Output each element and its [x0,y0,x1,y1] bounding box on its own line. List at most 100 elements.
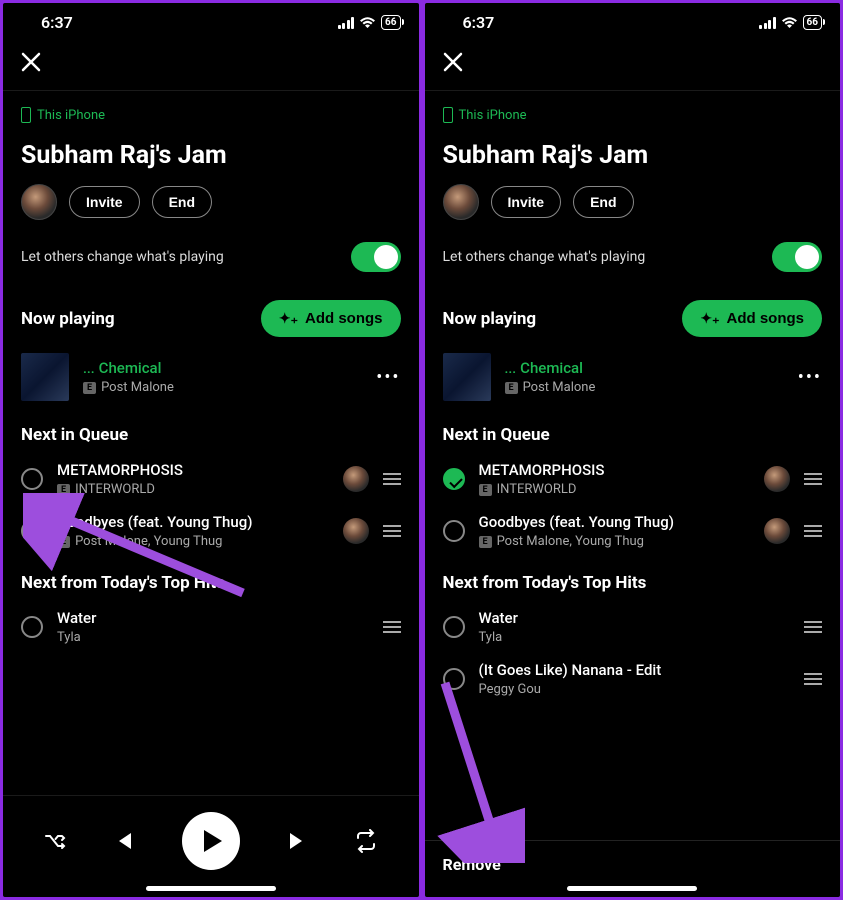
device-label: This iPhone [459,108,527,123]
select-radio-checked[interactable] [443,468,465,490]
now-playing-track[interactable]: ...Chemical E Post Malone ••• [21,353,401,401]
remove-button[interactable]: Remove [425,840,841,878]
queue-artist: E Post Malone, Young Thug [479,534,751,549]
queue-track-info: (It Goes Like) Nanana - Edit Peggy Gou [479,661,791,697]
added-by-avatar [343,518,369,544]
queue-artist: E INTERWORLD [479,482,751,497]
track-info: ...Chemical E Post Malone [83,359,362,395]
permission-row: Let others change what's playing [21,242,401,272]
add-songs-button[interactable]: ✦₊ Add songs [261,300,401,337]
next-icon[interactable] [284,828,310,854]
queue-item[interactable]: Goodbyes (feat. Young Thug) E Post Malon… [443,513,823,549]
device-row[interactable]: This iPhone [21,107,401,123]
section-title-nextfrom: Next from Today's Top Hits [443,573,823,593]
avatar[interactable] [21,184,57,220]
playing-dots: ... [505,361,517,377]
playing-dots: ... [83,361,95,377]
status-bar: 6:37 66 [3,3,419,38]
queue-track-info: METAMORPHOSIS E INTERWORLD [479,461,751,497]
queue-track-info: Goodbyes (feat. Young Thug) E Post Malon… [57,513,329,549]
drag-handle-icon[interactable] [383,621,401,633]
previous-icon[interactable] [111,828,137,854]
end-button[interactable]: End [573,186,633,218]
now-playing-header: Now playing ✦₊ Add songs [443,300,823,337]
phone-icon [443,107,453,123]
signal-icon [338,17,355,29]
queue-artist: Tyla [479,630,791,645]
drag-handle-icon[interactable] [383,473,401,485]
drag-handle-icon[interactable] [804,621,822,633]
play-button[interactable] [182,812,240,870]
section-title-now: Now playing [21,309,115,329]
status-indicators: 66 [759,15,822,30]
play-icon [204,830,222,852]
queue-item[interactable]: (It Goes Like) Nanana - Edit Peggy Gou [443,661,823,697]
drag-handle-icon[interactable] [804,473,822,485]
queue-title: METAMORPHOSIS [57,461,329,479]
queue-track-info: Goodbyes (feat. Young Thug) E Post Malon… [479,513,751,549]
close-icon[interactable] [443,52,463,78]
album-art [21,353,69,401]
close-icon[interactable] [21,52,41,78]
home-indicator[interactable] [146,886,276,891]
status-time: 6:37 [41,13,73,32]
content: This iPhone Subham Raj's Jam Invite End … [425,91,841,840]
queue-title: Goodbyes (feat. Young Thug) [479,513,751,531]
now-playing-track[interactable]: ...Chemical E Post Malone ••• [443,353,823,401]
section-title-queue: Next in Queue [21,425,401,445]
repeat-icon[interactable] [354,829,378,853]
drag-handle-icon[interactable] [383,525,401,537]
home-indicator[interactable] [567,886,697,891]
queue-artist: E Post Malone, Young Thug [57,534,329,549]
wifi-icon [781,17,798,29]
device-row[interactable]: This iPhone [443,107,823,123]
drag-handle-icon[interactable] [804,525,822,537]
select-radio[interactable] [443,616,465,638]
sparkle-icon: ✦₊ [279,310,298,327]
permission-toggle[interactable] [351,242,401,272]
queue-item[interactable]: Water Tyla [21,609,401,645]
now-playing-header: Now playing ✦₊ Add songs [21,300,401,337]
more-icon[interactable]: ••• [376,367,400,388]
select-radio[interactable] [21,520,43,542]
invite-button[interactable]: Invite [491,186,562,218]
screen-right: 6:37 66 This iPhone Subham Raj's Jam Inv… [425,3,841,897]
track-title: ...Chemical [505,359,784,377]
queue-section: Next in Queue METAMORPHOSIS E INTERWORLD… [21,425,401,549]
queue-item[interactable]: METAMORPHOSIS E INTERWORLD [443,461,823,497]
queue-item[interactable]: Water Tyla [443,609,823,645]
next-from-section: Next from Today's Top Hits Water Tyla [21,573,401,645]
queue-title: METAMORPHOSIS [479,461,751,479]
status-indicators: 66 [338,15,401,30]
jam-title: Subham Raj's Jam [443,141,823,170]
signal-icon [759,17,776,29]
select-radio[interactable] [21,616,43,638]
avatar[interactable] [443,184,479,220]
header [425,38,841,91]
permission-label: Let others change what's playing [21,249,224,265]
queue-title: Water [479,609,791,627]
add-songs-label: Add songs [727,310,805,327]
section-title-now: Now playing [443,309,537,329]
select-radio[interactable] [21,468,43,490]
track-info: ...Chemical E Post Malone [505,359,784,395]
queue-title: Water [57,609,369,627]
drag-handle-icon[interactable] [804,673,822,685]
permission-toggle[interactable] [772,242,822,272]
add-songs-button[interactable]: ✦₊ Add songs [682,300,822,337]
select-radio[interactable] [443,668,465,690]
end-button[interactable]: End [152,186,212,218]
queue-title: (It Goes Like) Nanana - Edit [479,661,791,679]
select-radio[interactable] [443,520,465,542]
jam-controls: Invite End [21,184,401,220]
battery-icon: 66 [381,15,400,30]
more-icon[interactable]: ••• [798,367,822,388]
queue-item[interactable]: Goodbyes (feat. Young Thug) E Post Malon… [21,513,401,549]
added-by-avatar [764,518,790,544]
queue-item[interactable]: METAMORPHOSIS E INTERWORLD [21,461,401,497]
sparkle-icon: ✦₊ [700,310,719,327]
shuffle-icon[interactable] [43,829,67,853]
section-title-nextfrom: Next from Today's Top Hits [21,573,401,593]
invite-button[interactable]: Invite [69,186,140,218]
screen-left: 6:37 66 This iPhone Subham Raj's Jam Inv… [3,3,419,897]
